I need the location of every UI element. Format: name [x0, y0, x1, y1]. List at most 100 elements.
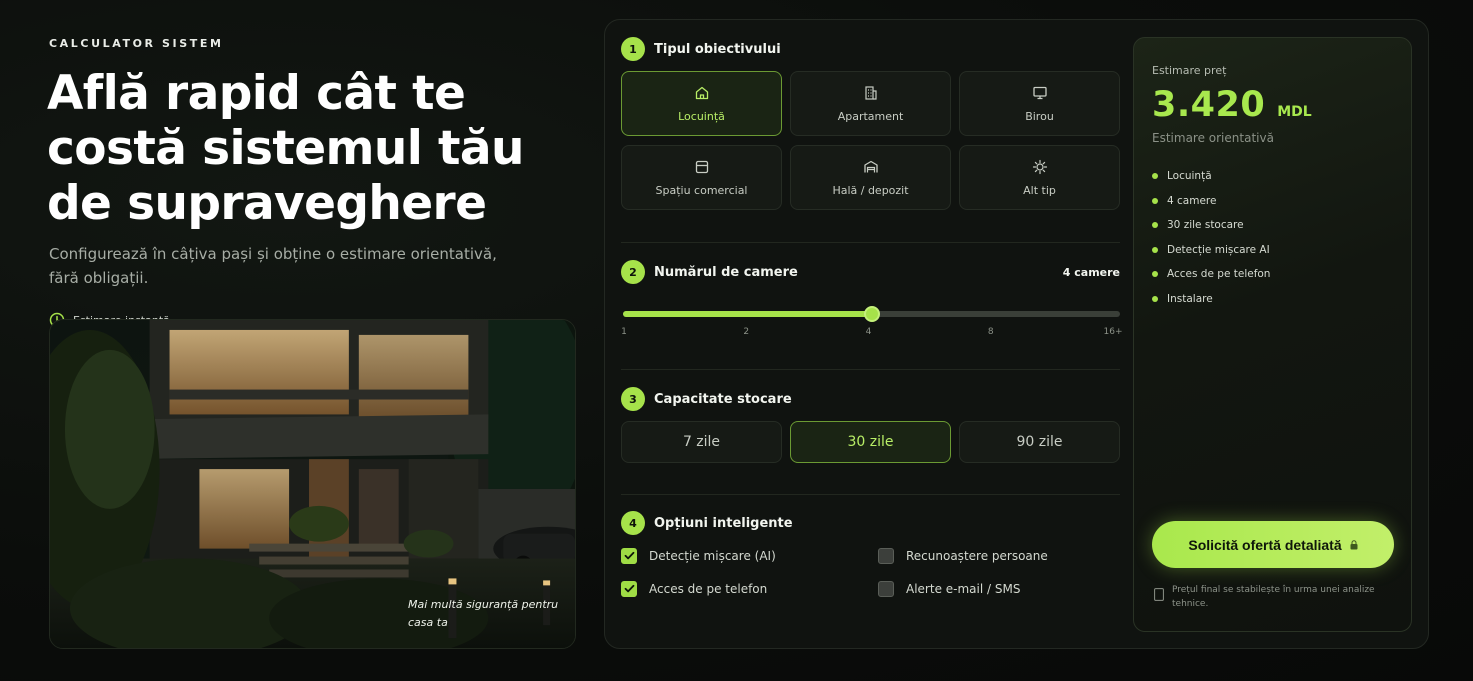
hero-image: Mai multă siguranță pentru casa ta: [49, 319, 576, 649]
request-offer-label: Solicită ofertă detaliată: [1188, 536, 1342, 553]
smart-options-list: Detecție mișcare (AI) Recunoaștere perso…: [621, 546, 1120, 598]
option-phone-access[interactable]: Acces de pe telefon: [621, 579, 878, 598]
slider-fill: [623, 311, 872, 317]
estimate-amount: 3.420: [1152, 85, 1266, 125]
slider-ticks: 1 2 4 8 16+: [621, 327, 1123, 341]
type-option-apartament[interactable]: Apartament: [790, 71, 951, 136]
option-label: Recunoaștere persoane: [906, 548, 1048, 563]
bullet-dot: [1152, 295, 1158, 302]
slider-tick: 8: [987, 327, 994, 337]
storage-option-30-days[interactable]: 30 zile: [790, 421, 951, 463]
option-label: Alerte e-mail / SMS: [906, 581, 1021, 596]
summary-item-label: Locuință: [1167, 170, 1212, 183]
estimate-currency: MDL: [1277, 104, 1312, 120]
type-option-label: Hală / depozit: [832, 183, 909, 197]
slider-tick: 16+: [1103, 327, 1123, 337]
sun-icon: [1032, 159, 1047, 174]
check-icon: [624, 584, 634, 593]
document-icon: [1154, 588, 1164, 601]
image-caption: Mai multă siguranță pentru casa ta: [408, 598, 559, 629]
bullet-dot: [1152, 197, 1158, 204]
bullet-dot: [1152, 271, 1158, 278]
section-eyebrow: CALCULATOR SISTEM: [49, 37, 224, 50]
type-option-label: Birou: [1025, 109, 1054, 123]
summary-item: Locuință: [1152, 164, 1270, 189]
step-title: Opțiuni inteligente: [654, 515, 793, 531]
page-title: Află rapid cât te costă sistemul tău de …: [47, 66, 524, 231]
step-camera-count: 2 Numărul de camere 4 camere 1 2 4 8 16+: [621, 260, 1123, 341]
step-storage-capacity: 3 Capacitate stocare 7 zile 30 zile 90 z…: [621, 387, 1120, 463]
estimate-note: Estimare orientativă: [1152, 131, 1274, 145]
slider-thumb[interactable]: [863, 306, 880, 322]
type-option-label: Locuință: [678, 109, 725, 123]
step-title: Numărul de camere: [654, 264, 798, 280]
storage-option-90-days[interactable]: 90 zile: [959, 421, 1120, 463]
object-type-grid: Locuință Apartament Birou Spațiu comerci…: [621, 71, 1120, 210]
type-option-alt-tip[interactable]: Alt tip: [959, 145, 1120, 210]
step-number: 2: [621, 260, 645, 284]
summary-item-label: Instalare: [1167, 292, 1213, 305]
warehouse-icon: [863, 160, 878, 172]
camera-count-slider[interactable]: [621, 304, 1120, 324]
estimate-label: Estimare preț: [1152, 64, 1227, 77]
checkbox-unchecked[interactable]: [878, 547, 894, 564]
estimate-summary-list: Locuință 4 camere 30 zile stocare Detecț…: [1152, 164, 1270, 311]
summary-item: Instalare: [1152, 287, 1270, 312]
store-icon: [695, 160, 708, 173]
step-number: 4: [621, 511, 645, 535]
check-icon: [624, 551, 634, 560]
option-label: Detecție mișcare (AI): [649, 548, 776, 563]
type-option-spatiu-comercial[interactable]: Spațiu comercial: [621, 145, 782, 210]
step-number: 1: [621, 37, 645, 61]
summary-item-label: 4 camere: [1167, 194, 1217, 207]
type-option-hala-depozit[interactable]: Hală / depozit: [790, 145, 951, 210]
price-estimate-card: Estimare preț 3.420 MDL Estimare orienta…: [1133, 37, 1412, 632]
slider-tick: 4: [865, 327, 872, 337]
checkbox-checked[interactable]: [621, 580, 637, 597]
lock-icon: [1350, 539, 1358, 549]
building-icon: [864, 85, 877, 100]
summary-item-label: Acces de pe telefon: [1167, 268, 1271, 281]
calculator-panel: 1 Tipul obiectivului Locuință Apartament…: [604, 19, 1429, 649]
fine-print-text: Prețul final se stabilește în urma unei …: [1172, 585, 1375, 609]
estimate-price: 3.420 MDL: [1152, 85, 1312, 125]
type-option-locuinta[interactable]: Locuință: [621, 71, 782, 136]
type-option-label: Alt tip: [1023, 183, 1056, 197]
option-person-recognition[interactable]: Recunoaștere persoane: [878, 546, 1118, 565]
summary-item-label: 30 zile stocare: [1167, 219, 1244, 232]
slider-tick: 2: [743, 327, 750, 337]
option-label: Acces de pe telefon: [649, 581, 768, 596]
camera-count-value: 4 camere: [1062, 265, 1120, 279]
summary-item: 4 camere: [1152, 189, 1270, 214]
slider-tick: 1: [621, 327, 627, 337]
home-icon: [695, 86, 708, 99]
section-divider: [621, 494, 1120, 495]
monitor-icon: [1032, 86, 1047, 99]
type-option-label: Apartament: [837, 109, 904, 123]
option-email-sms-alerts[interactable]: Alerte e-mail / SMS: [878, 579, 1118, 598]
step-title: Capacitate stocare: [654, 391, 792, 407]
type-option-label: Spațiu comercial: [655, 183, 748, 197]
summary-item: Acces de pe telefon: [1152, 262, 1270, 287]
bullet-dot: [1152, 173, 1158, 180]
summary-item: 30 zile stocare: [1152, 213, 1270, 238]
step-number: 3: [621, 387, 645, 411]
step-title: Tipul obiectivului: [654, 41, 781, 57]
option-motion-detection[interactable]: Detecție mișcare (AI): [621, 546, 878, 565]
bullet-dot: [1152, 246, 1158, 253]
storage-option-7-days[interactable]: 7 zile: [621, 421, 782, 463]
step-object-type: 1 Tipul obiectivului Locuință Apartament…: [621, 37, 1120, 210]
step-smart-options: 4 Opțiuni inteligente Detecție mișcare (…: [621, 511, 1120, 598]
request-offer-button[interactable]: Solicită ofertă detaliată: [1152, 521, 1394, 568]
checkbox-checked[interactable]: [621, 547, 637, 564]
bullet-dot: [1152, 222, 1158, 229]
section-divider: [621, 242, 1120, 243]
checkbox-unchecked[interactable]: [878, 580, 894, 597]
summary-item-label: Detecție mișcare AI: [1167, 243, 1270, 256]
page-subtitle: Configurează în câțiva pași și obține o …: [49, 245, 497, 287]
summary-item: Detecție mișcare AI: [1152, 238, 1270, 263]
section-divider: [621, 369, 1120, 370]
type-option-birou[interactable]: Birou: [959, 71, 1120, 136]
fine-print: Prețul final se stabilește în urma unei …: [1154, 583, 1394, 611]
storage-options: 7 zile 30 zile 90 zile: [621, 421, 1120, 463]
